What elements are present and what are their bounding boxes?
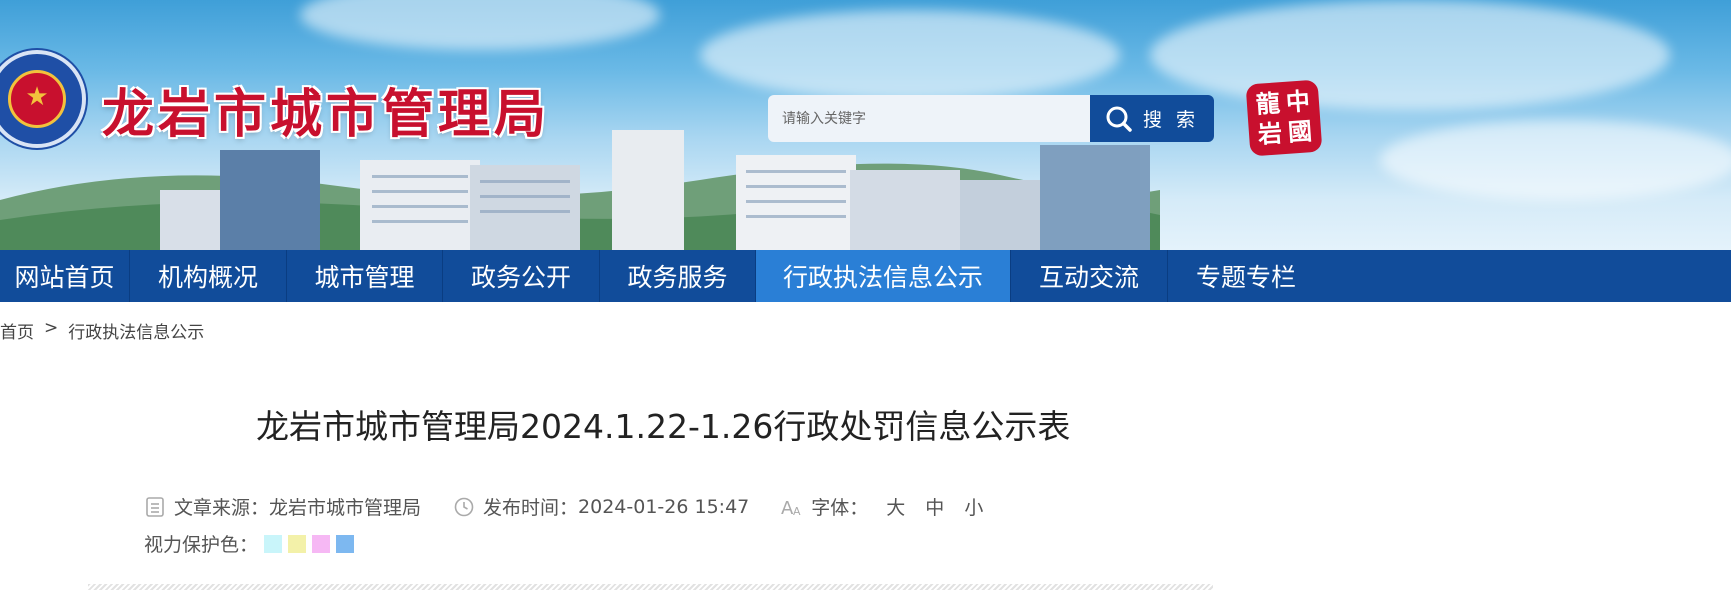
font-size-control: AA 字体： 大 中 小 [781,493,983,520]
nav-item-city-management[interactable]: 城市管理 [287,250,443,302]
nav-item-special-topics[interactable]: 专题专栏 [1168,250,1324,302]
divider-rule [88,584,1213,590]
nav-item-government-services[interactable]: 政务服务 [600,250,756,302]
seal-char: 岩 [1257,118,1284,149]
breadcrumb-home-link[interactable]: 首页 [0,318,34,343]
eye-protection-colors: 视力保护色： [144,530,355,557]
site-title: 龙岩市城市管理局 [102,84,551,145]
eye-color-swatch-blue[interactable] [336,534,355,553]
svg-text:A: A [793,505,801,517]
font-size-medium-button[interactable]: 中 [925,493,944,520]
search-button-label: 搜 索 [1142,109,1200,131]
city-skyline-illustration [0,130,1160,250]
nav-item-organization[interactable]: 机构概况 [130,250,287,302]
article-meta: 文章来源： 龙岩市城市管理局 发布时间： 2024-01-26 15:47 AA… [144,493,1015,520]
breadcrumb: 首页 > 行政执法信息公示 [0,318,204,343]
main-nav: 网站首页 机构概况 城市管理 政务公开 政务服务 行政执法信息公示 互动交流 专… [0,250,1731,302]
eye-color-swatch-pink[interactable] [312,534,331,553]
breadcrumb-separator: > [44,318,59,338]
eye-color-swatch-cyan[interactable] [264,534,283,553]
nav-item-interaction[interactable]: 互动交流 [1011,250,1168,302]
source-value: 龙岩市城市管理局 [269,497,422,519]
source-meta: 文章来源： 龙岩市城市管理局 [144,493,421,520]
search-button[interactable]: 搜 索 [1090,95,1214,142]
cloud [300,0,660,50]
font-label: 字体： [811,497,869,519]
cloud [700,10,1120,100]
eye-protection-label: 视力保护色： [144,534,259,556]
china-longyan-seal-logo: 龍 中 岩 國 [1245,79,1323,157]
breadcrumb-current-link[interactable]: 行政执法信息公示 [68,318,204,343]
header-banner: ★ 龙岩市城市管理局 搜 索 龍 中 岩 國 [0,0,1731,250]
cloud [1150,0,1670,110]
search-input[interactable] [768,95,1092,142]
time-label: 发布时间： [483,497,579,519]
search-bar: 搜 索 [768,95,1214,142]
time-meta: 发布时间： 2024-01-26 15:47 [453,493,749,520]
font-size-icon: AA [781,496,803,518]
time-value: 2024-01-26 15:47 [578,495,750,518]
seal-char: 國 [1286,116,1313,147]
document-icon [144,496,166,518]
eye-color-swatch-yellow[interactable] [288,534,307,553]
source-label: 文章来源： [174,497,270,519]
search-icon [1106,106,1132,132]
font-size-small-button[interactable]: 小 [964,493,983,520]
nav-item-home[interactable]: 网站首页 [0,250,130,302]
nav-item-enforcement-info[interactable]: 行政执法信息公示 [756,250,1011,302]
font-size-large-button[interactable]: 大 [886,493,905,520]
nav-item-government-affairs[interactable]: 政务公开 [443,250,600,302]
clock-icon [453,496,475,518]
seal-char: 中 [1284,86,1311,117]
seal-char: 龍 [1254,88,1281,119]
article-title: 龙岩市城市管理局2024.1.22-1.26行政处罚信息公示表 [256,407,1071,446]
